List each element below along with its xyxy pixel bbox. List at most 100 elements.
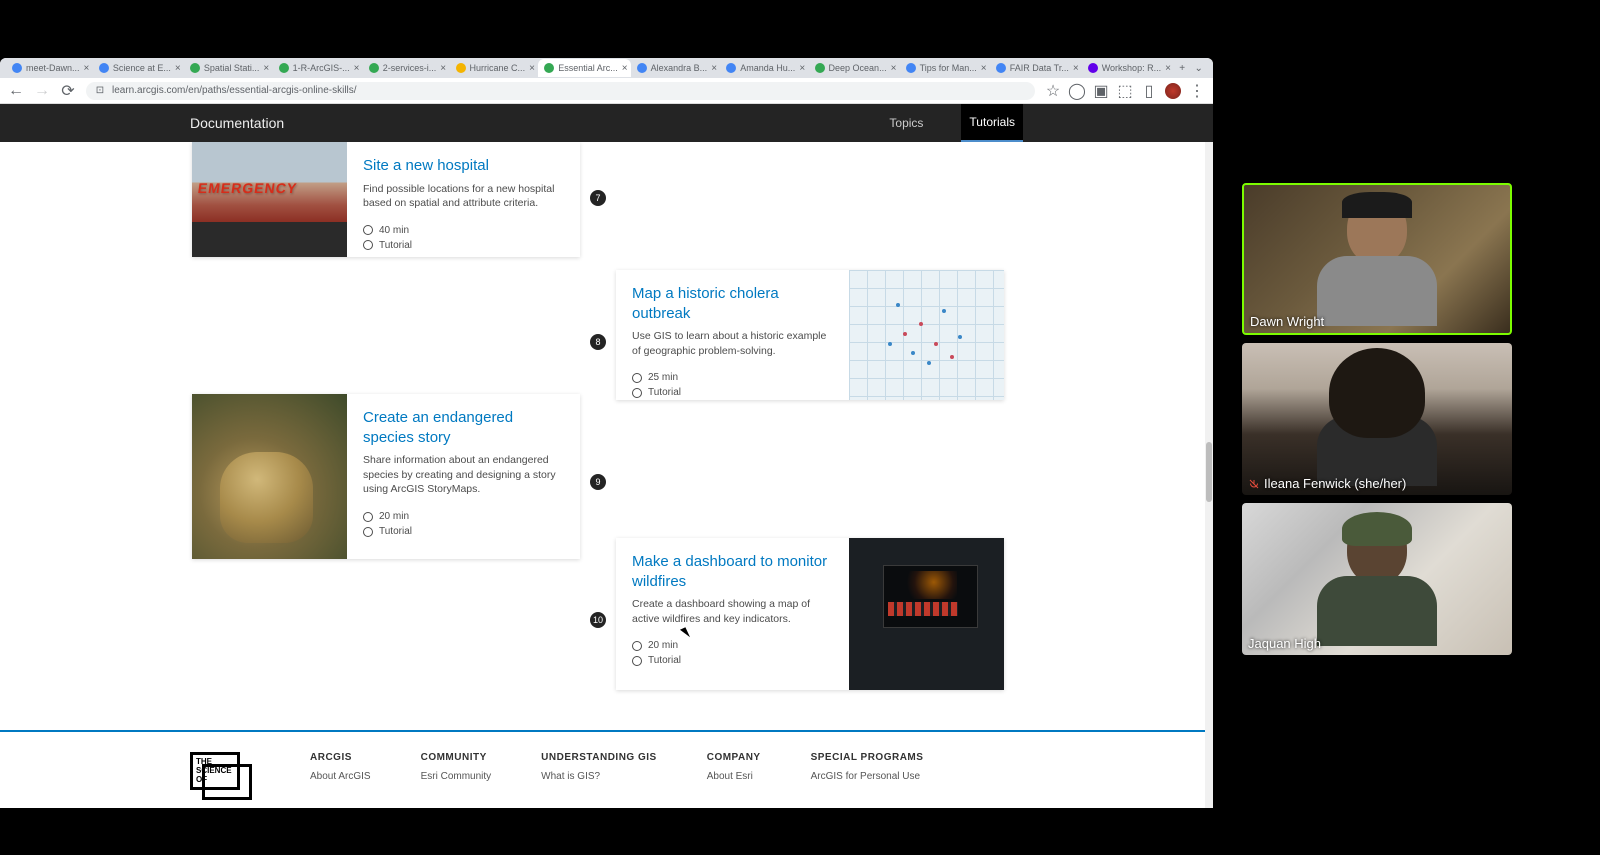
clock-icon [363,512,373,522]
mic-muted-icon [1248,478,1260,490]
menu-icon[interactable]: ⋮ [1189,83,1205,99]
tab[interactable]: Spatial Stati...× [184,59,273,77]
address-bar: ← → ⟳ ⊡ learn.arcgis.com/en/paths/essent… [0,78,1213,104]
step-number-badge: 7 [590,190,606,206]
panel-icon[interactable]: ▯ [1141,83,1157,99]
tab[interactable]: Amanda Hu... × [720,59,808,77]
footer-link[interactable]: What is GIS? [541,771,657,782]
tab[interactable]: FAIR Data Tr... × [990,59,1082,77]
tutorial-icon [632,388,642,398]
tutorial-card[interactable]: Create an endangered species story Share… [192,394,580,559]
card-image [849,538,1004,690]
card-time: 40 min [379,225,409,236]
tab-favicon-icon [369,63,379,73]
tab-label: FAIR Data Tr... [1010,63,1069,73]
extension-icon[interactable]: ◯ [1069,83,1085,99]
tab-label: Science at E... [113,63,171,73]
close-icon[interactable]: × [622,63,628,73]
card-image [192,142,347,257]
tutorial-card[interactable]: Site a new hospital Find possible locati… [192,142,580,257]
participant-tile[interactable]: Jaquan High [1242,503,1512,655]
close-icon[interactable]: × [981,63,987,73]
tab-favicon-icon [726,63,736,73]
card-title: Create an endangered species story [363,408,564,447]
card-title: Site a new hospital [363,156,564,176]
tab-favicon-icon [456,63,466,73]
close-icon[interactable]: × [354,63,360,73]
tab[interactable]: 1-R-ArcGIS-...× [273,59,363,77]
tutorial-icon [363,240,373,250]
tutorial-card[interactable]: Make a dashboard to monitor wildfires Cr… [616,538,1004,690]
tab-label: Essential Arc... [558,63,618,73]
close-icon[interactable]: × [1073,63,1079,73]
scrollbar-thumb[interactable] [1206,442,1212,502]
card-title: Make a dashboard to monitor wildfires [632,552,833,591]
tab[interactable]: meet-Dawn... × [6,59,93,77]
participant-tile[interactable]: Dawn Wright [1242,183,1512,335]
card-type: Tutorial [379,526,412,537]
card-type: Tutorial [648,387,681,398]
card-description: Find possible locations for a new hospit… [363,182,564,211]
footer-link[interactable]: About Esri [707,771,761,782]
tab-favicon-icon [996,63,1006,73]
star-icon[interactable]: ☆ [1045,83,1061,99]
footer-link[interactable]: Esri Community [421,771,492,782]
tab-dropdown-icon[interactable]: ⌄ [1190,63,1207,74]
tab[interactable]: Hurricane C...× [450,59,539,77]
tab[interactable]: Alexandra B...× [631,59,721,77]
tab-active[interactable]: Essential Arc... × [538,59,630,77]
url-text: learn.arcgis.com/en/paths/essential-arcg… [112,85,357,96]
tab[interactable]: Tips for Man... × [900,59,990,77]
tab-label: Spatial Stati... [204,63,260,73]
scrollbar-track[interactable] [1205,142,1213,808]
nav-topics[interactable]: Topics [881,104,931,142]
tab-favicon-icon [544,63,554,73]
browser-tabs-bar: meet-Dawn... × Science at E... × Spatial S… [0,58,1213,78]
tab-label: Amanda Hu... [740,63,795,73]
close-icon[interactable]: × [711,63,717,73]
tutorial-icon [632,656,642,666]
tab[interactable]: 2-services-i...× [363,59,450,77]
footer-link[interactable]: ArcGIS for Personal Use [811,771,924,782]
tab-favicon-icon [279,63,289,73]
close-icon[interactable]: × [263,63,269,73]
new-tab-button[interactable]: + [1174,59,1191,77]
close-icon[interactable]: × [1165,63,1171,73]
tab-label: Deep Ocean... [829,63,887,73]
close-icon[interactable]: × [175,63,181,73]
close-icon[interactable]: × [84,63,90,73]
footer-logo: THESCIENCEOF [190,752,260,802]
nav-tutorials[interactable]: Tutorials [961,104,1023,142]
tab-label: meet-Dawn... [26,63,80,73]
close-icon[interactable]: × [440,63,446,73]
tutorial-card[interactable]: Map a historic cholera outbreak Use GIS … [616,270,1004,400]
profile-avatar-icon[interactable] [1165,83,1181,99]
extension-icon[interactable]: ▣ [1093,83,1109,99]
close-icon[interactable]: × [529,63,535,73]
tab-label: Workshop: R... [1102,63,1161,73]
footer-heading: COMPANY [707,752,761,763]
close-icon[interactable]: × [799,63,805,73]
reload-icon[interactable]: ⟳ [60,83,76,99]
tab-label: Tips for Man... [920,63,977,73]
card-time: 20 min [379,511,409,522]
participant-name: Ileana Fenwick (she/her) [1264,476,1406,491]
back-icon[interactable]: ← [8,83,24,99]
clock-icon [632,373,642,383]
card-image [849,270,1004,400]
participant-tile[interactable]: Ileana Fenwick (she/her) [1242,343,1512,495]
footer-link[interactable]: About ArcGIS [310,771,371,782]
url-input[interactable]: ⊡ learn.arcgis.com/en/paths/essential-ar… [86,82,1035,100]
footer-heading: ARCGIS [310,752,371,763]
forward-icon[interactable]: → [34,83,50,99]
card-time: 25 min [648,372,678,383]
puzzle-icon[interactable]: ⬚ [1117,83,1133,99]
tab[interactable]: Workshop: R... × [1082,59,1174,77]
tab[interactable]: Science at E... × [93,59,184,77]
lock-icon: ⊡ [94,85,106,97]
footer-heading: UNDERSTANDING GIS [541,752,657,763]
content-area: Site a new hospital Find possible locati… [0,142,1213,808]
tab[interactable]: Deep Ocean... × [809,59,900,77]
close-icon[interactable]: × [891,63,897,73]
participant-name: Jaquan High [1248,636,1321,651]
